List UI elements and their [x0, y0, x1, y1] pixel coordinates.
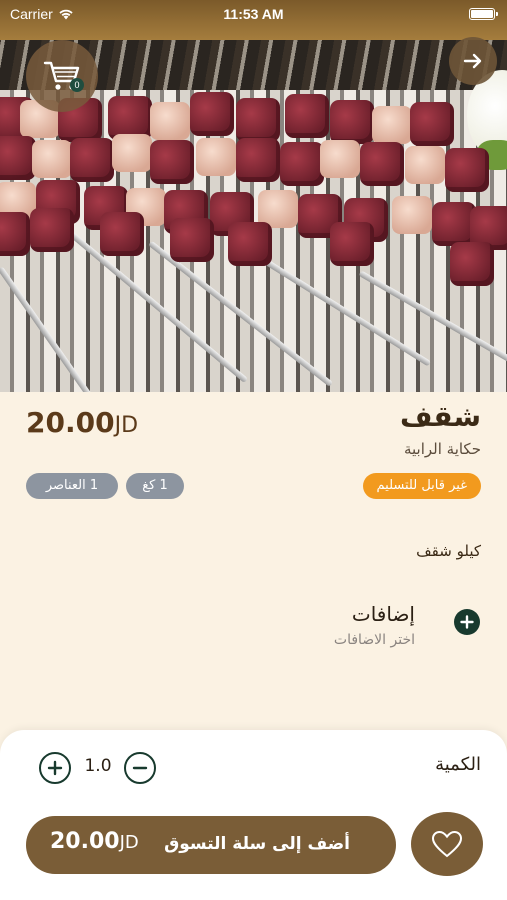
- add-to-cart-button[interactable]: أضف إلى سلة التسوق 20.00JD: [26, 816, 396, 874]
- battery-icon: [469, 8, 498, 20]
- product-price: 20.00JD: [26, 406, 138, 439]
- favorite-button[interactable]: [411, 812, 483, 876]
- product-description: كيلو شقف: [416, 542, 481, 560]
- plus-icon: [47, 760, 63, 776]
- delivery-status-badge: غير قابل للتسليم: [362, 473, 481, 499]
- arrow-right-icon: [463, 53, 482, 69]
- cart-button[interactable]: 0: [26, 40, 98, 112]
- add-to-cart-label: أضف إلى سلة التسوق: [164, 834, 350, 854]
- price-value: 20.00: [26, 406, 115, 439]
- heart-outline-icon: [431, 830, 463, 858]
- product-title: شقف: [399, 400, 481, 433]
- plus-icon: [460, 615, 474, 629]
- addons-title[interactable]: إضافات: [352, 602, 415, 626]
- cart-badge: 0: [70, 78, 84, 92]
- restaurant-name: حكاية الرابية: [403, 440, 481, 458]
- add-addon-button[interactable]: [454, 609, 480, 635]
- addons-subtitle: اختر الاضافات: [333, 632, 415, 648]
- status-bar: Carrier 11:53 AM: [0, 0, 507, 28]
- total-value: 20.00: [50, 829, 120, 854]
- size-badge: 1 كغ: [126, 473, 184, 499]
- total-currency: JD: [119, 832, 139, 853]
- bottom-action-sheet: الكمية 1.0 أضف إلى سلة التسوق 20.00JD: [0, 730, 507, 900]
- quantity-value: 1.0: [84, 756, 112, 776]
- increment-quantity-button[interactable]: [39, 752, 71, 784]
- total-price: 20.00JD: [50, 829, 139, 854]
- price-currency: JD: [114, 413, 139, 438]
- skewer-rod: [0, 266, 106, 392]
- back-button[interactable]: [449, 37, 497, 85]
- decrement-quantity-button[interactable]: [124, 752, 156, 784]
- items-count-badge: 1 العناصر: [26, 473, 118, 499]
- quantity-label: الكمية: [435, 754, 481, 775]
- kebab-skewer: [0, 208, 507, 286]
- minus-icon: [132, 766, 148, 770]
- status-time: 11:53 AM: [223, 6, 284, 22]
